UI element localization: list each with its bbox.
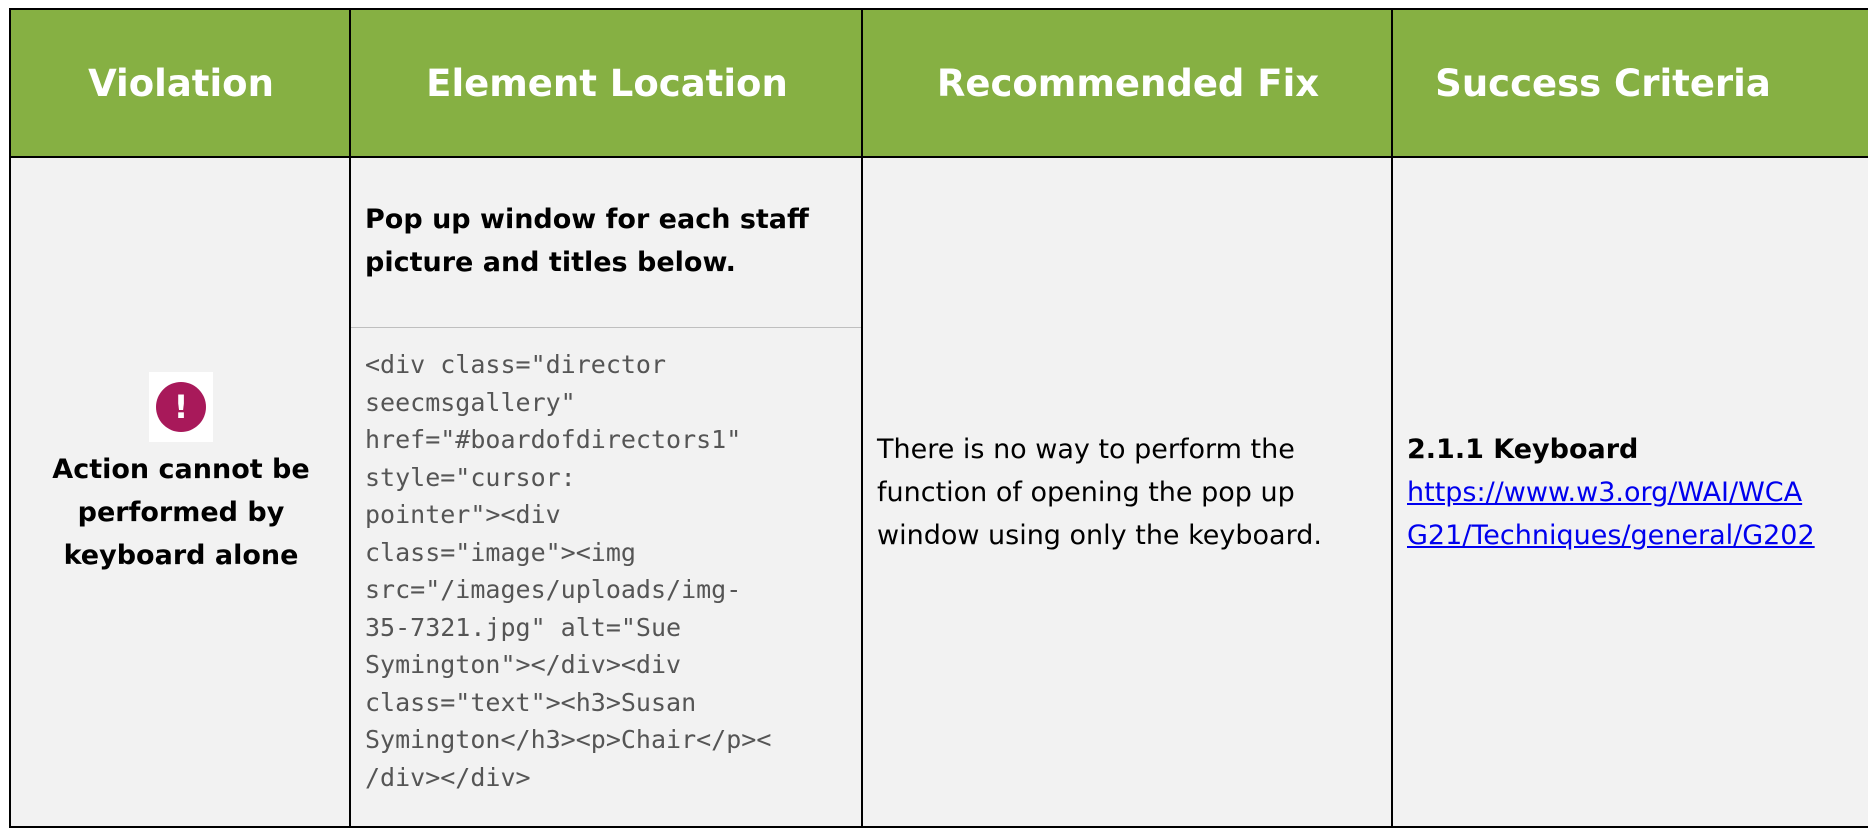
location-title: Pop up window for each staff picture and… (351, 158, 863, 328)
header-success-criteria: Success Criteria (1435, 61, 1771, 105)
code-snippet: <div class="director seecmsgallery" href… (365, 350, 772, 792)
recommended-fix-cell: There is no way to perform the function … (863, 158, 1393, 838)
column-divider (1391, 10, 1393, 826)
header-element-location: Element Location (426, 61, 788, 105)
alert-circle-icon: ! (156, 382, 206, 432)
success-criteria-cell: 2.1.1 Keyboard https://www.w3.org/WAI/WC… (1393, 158, 1868, 838)
column-divider (861, 10, 863, 826)
accessibility-violations-table: Violation Element Location Recommended F… (9, 8, 1868, 828)
violation-text: Action cannot be performed by keyboard a… (52, 454, 310, 571)
criteria-link[interactable]: https://www.w3.org/WAI/WCA G21/Technique… (1407, 477, 1815, 551)
header-violation: Violation (88, 61, 274, 105)
alert-icon-container: ! (149, 372, 213, 442)
criteria-title: 2.1.1 Keyboard (1407, 434, 1639, 465)
column-divider (349, 10, 351, 826)
fix-text: There is no way to perform the function … (877, 434, 1322, 551)
table-row: ! Action cannot be performed by keyboard… (11, 158, 1868, 838)
element-location-cell: Pop up window for each staff picture and… (351, 158, 863, 838)
table-header-row: Violation Element Location Recommended F… (11, 10, 1868, 158)
header-recommended-fix: Recommended Fix (936, 61, 1320, 105)
violation-cell: ! Action cannot be performed by keyboard… (11, 158, 351, 838)
